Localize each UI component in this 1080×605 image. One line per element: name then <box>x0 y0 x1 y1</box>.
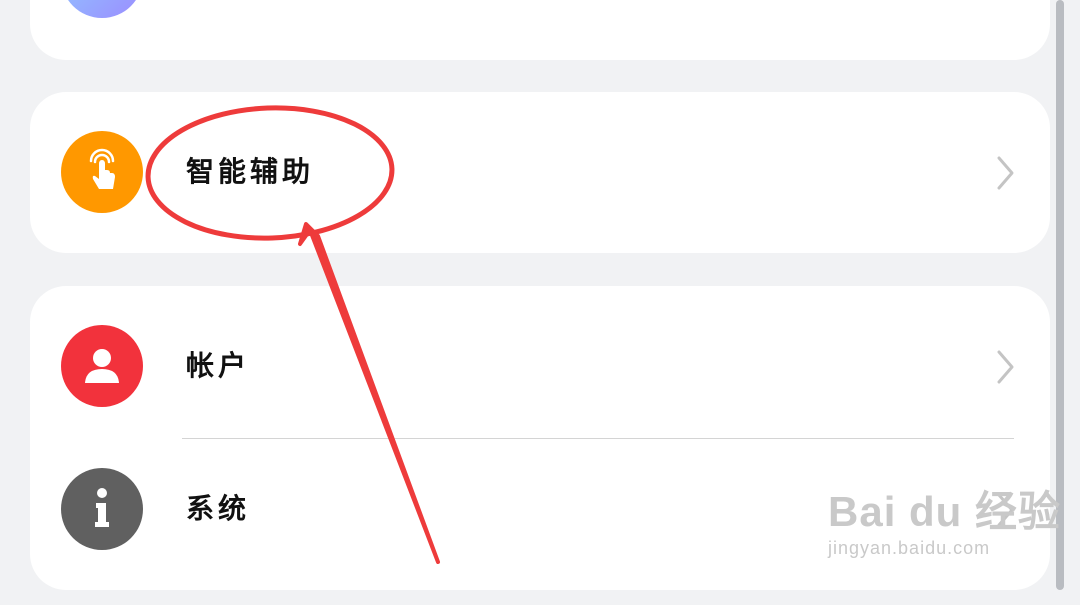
settings-item-smart-assist[interactable]: 智能辅助 <box>30 92 1050 252</box>
watermark: Bai du 经验 jingyan.baidu.com <box>828 490 1061 559</box>
watermark-logo: Bai du 经验 <box>828 488 1062 535</box>
touch-hand-icon <box>61 131 143 213</box>
chevron-right-icon <box>997 350 1014 384</box>
settings-item-account[interactable]: 帐户 <box>30 286 1050 446</box>
chevron-right-icon <box>997 156 1014 190</box>
settings-item-label: 系统 <box>186 492 251 525</box>
settings-card-assist: 智能辅助 <box>30 92 1050 253</box>
info-icon <box>61 468 143 550</box>
settings-item-label: 智能辅助 <box>186 155 315 188</box>
partial-icon <box>61 0 143 18</box>
watermark-url: jingyan.baidu.com <box>828 538 991 558</box>
user-icon <box>61 325 143 407</box>
settings-item-label: 帐户 <box>186 349 251 382</box>
settings-card-top <box>30 0 1050 60</box>
